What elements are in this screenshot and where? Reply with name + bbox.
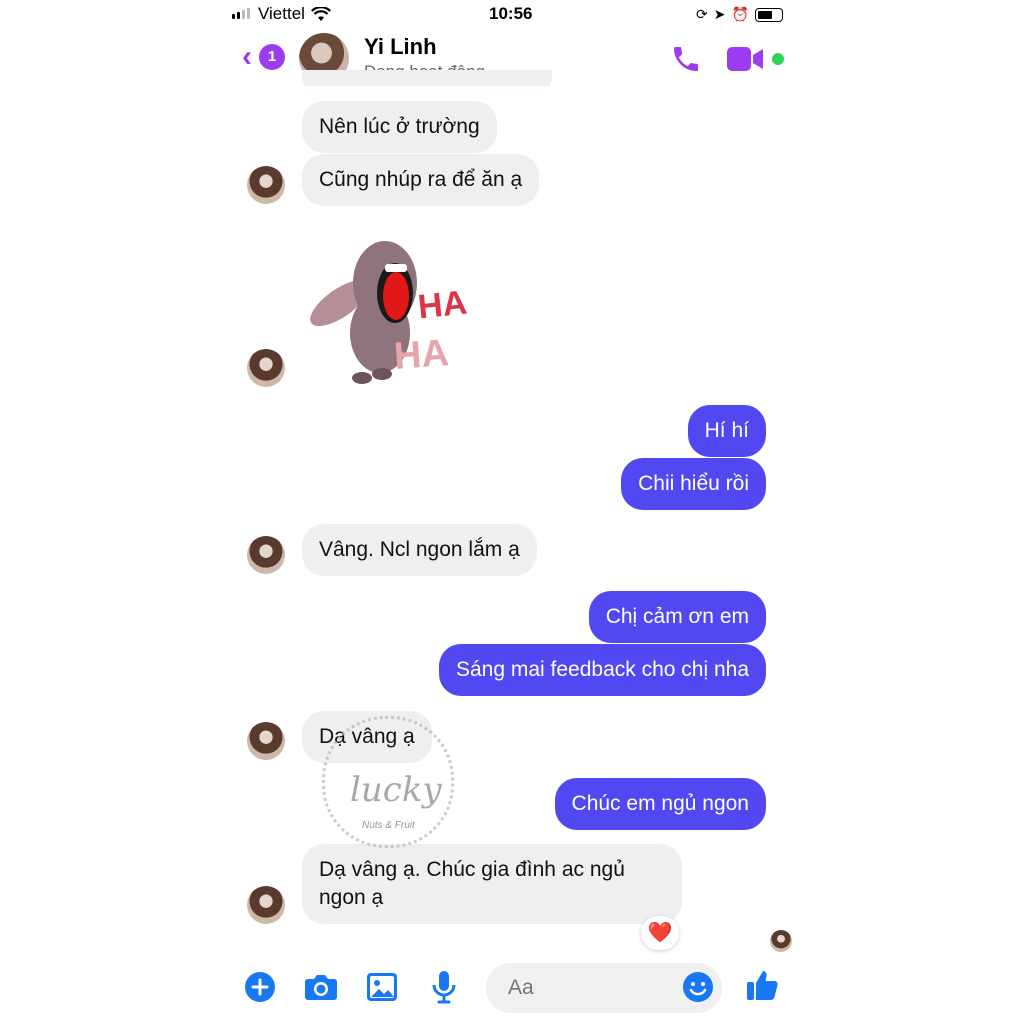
message-composer[interactable] (486, 963, 722, 1013)
phone-icon[interactable] (670, 43, 702, 75)
seen-receipt-avatar (770, 930, 792, 952)
status-bar-time: 10:56 (489, 4, 533, 23)
signal-icon (232, 4, 252, 24)
wifi-icon (310, 6, 331, 21)
watermark-tagline: Nuts & Fruit (362, 820, 415, 831)
outgoing-message[interactable]: Chị cảm ơn em (588, 591, 766, 643)
emoji-icon[interactable] (682, 971, 714, 1008)
sticker-text: HA (392, 332, 451, 378)
header-fade (232, 86, 792, 98)
sticker-text: HA (416, 283, 469, 327)
add-icon[interactable] (243, 970, 277, 1004)
rotation-lock-icon: ⟳ (696, 6, 708, 22)
incoming-message[interactable]: Cũng nhúp ra để ăn ạ (302, 154, 540, 206)
outgoing-message[interactable]: Chúc em ngủ ngon (554, 778, 766, 830)
online-indicator (772, 53, 784, 65)
battery-icon (754, 7, 783, 22)
outgoing-message[interactable]: Chii hiểu rồi (621, 458, 766, 510)
contact-avatar-small[interactable] (247, 886, 285, 924)
incoming-message[interactable]: Vâng. Ncl ngon lắm ạ (302, 524, 537, 576)
back-chevron-icon[interactable]: ‹ (242, 42, 252, 72)
thumbs-up-icon[interactable] (746, 968, 780, 1002)
contact-avatar-small[interactable] (247, 722, 285, 760)
contact-avatar-small[interactable] (247, 349, 285, 387)
contact-name[interactable]: Yi Linh (364, 34, 437, 60)
microphone-icon[interactable] (427, 970, 461, 1004)
status-bar-carrier: Viettel (232, 4, 331, 24)
watermark-brand: lucky (350, 770, 442, 810)
contact-avatar-small[interactable] (247, 536, 285, 574)
camera-icon[interactable] (304, 970, 338, 1004)
contact-avatar-small[interactable] (247, 166, 285, 204)
unread-badge[interactable]: 1 (259, 44, 285, 70)
location-icon: ➤ (713, 6, 726, 22)
incoming-message[interactable]: Nên lúc ở trường (302, 101, 497, 153)
outgoing-message[interactable]: Sáng mai feedback cho chị nha (438, 644, 766, 696)
outgoing-message[interactable]: Hí hí (687, 405, 766, 457)
message-input[interactable] (506, 975, 670, 1001)
status-bar-icons: ⟳ ➤ ⏰ (696, 6, 783, 23)
laughing-donkey-sticker[interactable]: HA HA (300, 228, 470, 388)
carrier-label: Viettel (258, 4, 305, 23)
alarm-icon: ⏰ (731, 6, 749, 22)
video-camera-icon[interactable] (726, 45, 766, 73)
incoming-message[interactable]: Dạ vâng ạ. Chúc gia đình ac ngủ ngon ạ (302, 844, 682, 924)
image-icon[interactable] (365, 970, 399, 1004)
heart-reaction[interactable]: ❤️ (641, 916, 679, 950)
